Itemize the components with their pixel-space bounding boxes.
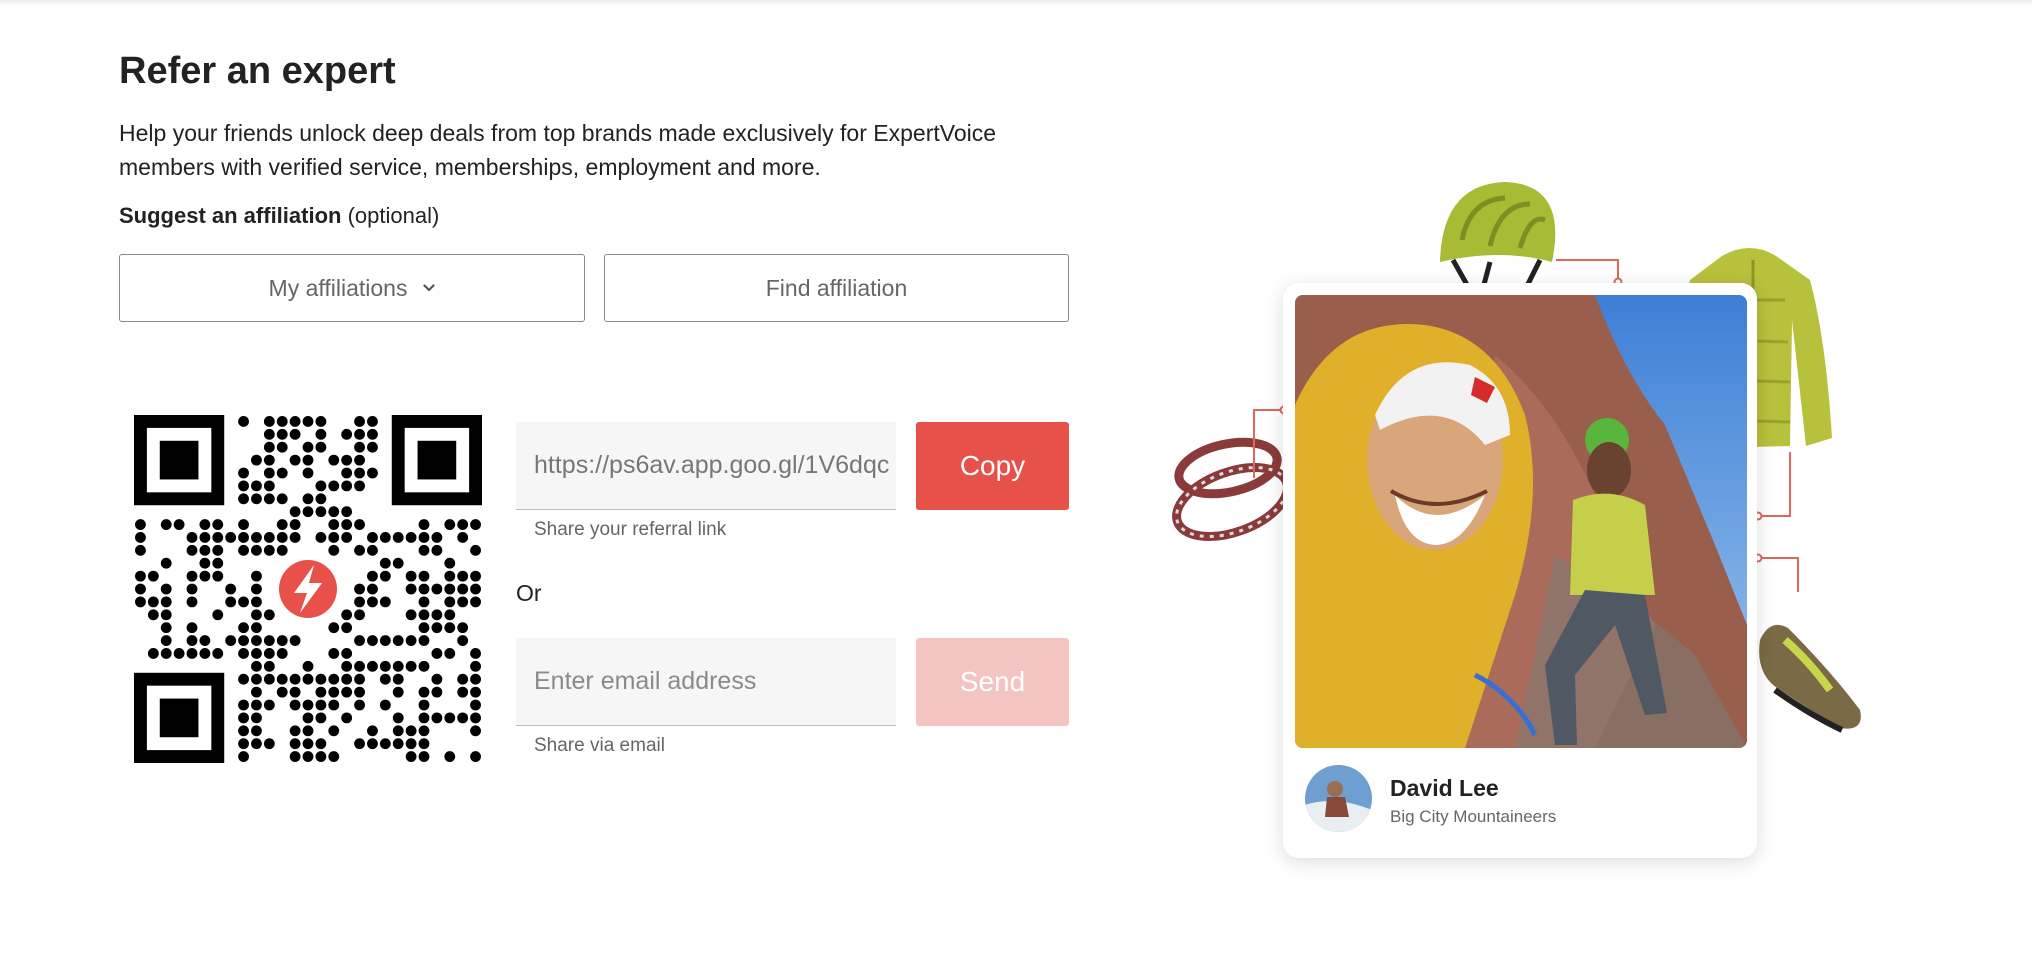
suggest-affiliation-label: Suggest an affiliation (optional) <box>119 203 439 229</box>
top-shadow <box>0 0 2032 6</box>
profile-card: David Lee Big City Mountaineers <box>1283 283 1757 858</box>
avatar <box>1305 765 1372 832</box>
my-affiliations-dropdown[interactable]: My affiliations <box>119 254 585 322</box>
suggest-affiliation-bold: Suggest an affiliation <box>119 203 342 228</box>
email-input[interactable] <box>534 667 878 696</box>
find-affiliation-label: Find affiliation <box>765 274 908 301</box>
referral-qr-code <box>134 415 482 763</box>
referral-link-help: Share your referral link <box>534 519 727 540</box>
email-field[interactable] <box>516 638 896 726</box>
email-help: Share via email <box>534 735 665 756</box>
sling-icon <box>1172 437 1292 541</box>
page-title: Refer an expert <box>119 50 396 92</box>
or-divider: Or <box>516 580 542 606</box>
chevron-down-icon <box>423 284 436 292</box>
profile-name: David Lee <box>1390 775 1499 801</box>
find-affiliation-button[interactable]: Find affiliation <box>604 254 1069 322</box>
copy-button[interactable]: Copy <box>916 422 1069 510</box>
climbing-shoe-icon <box>1759 624 1861 733</box>
optional-label: (optional) <box>347 203 440 228</box>
referral-link-field[interactable]: https://ps6av.app.goo.gl/1V6dqc <box>516 422 896 510</box>
lightning-bolt-icon <box>279 560 337 618</box>
helmet-icon <box>1440 182 1556 293</box>
referral-link-value[interactable]: https://ps6av.app.goo.gl/1V6dqc <box>534 451 889 480</box>
climber-photo <box>1295 295 1747 748</box>
page-description: Help your friends unlock deep deals from… <box>119 120 997 180</box>
profile-organization: Big City Mountaineers <box>1390 807 1557 826</box>
send-button[interactable]: Send <box>916 638 1069 726</box>
my-affiliations-label: My affiliations <box>268 274 408 301</box>
